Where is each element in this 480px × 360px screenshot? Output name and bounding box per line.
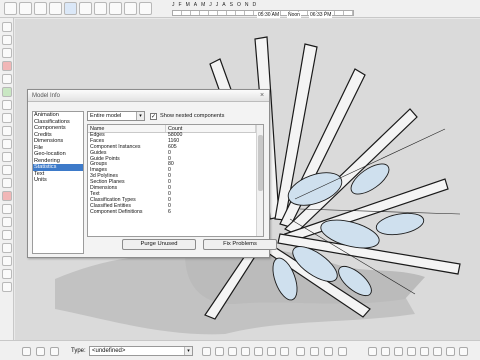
- month-label[interactable]: J: [216, 2, 219, 10]
- row-count: 6: [168, 208, 171, 215]
- app-window: J F M A M J J A S O N D 05:30 AM Noon 06…: [0, 0, 480, 360]
- scale-icon[interactable]: [1, 100, 12, 110]
- column-name-header[interactable]: Name: [88, 125, 166, 132]
- scope-value: Entire model: [90, 113, 122, 119]
- paint-bucket-icon[interactable]: [1, 139, 12, 149]
- protractor-icon[interactable]: [1, 269, 12, 279]
- fix-problems-button[interactable]: Fix Problems: [203, 239, 277, 250]
- zoom-icon[interactable]: [1, 178, 12, 188]
- month-label[interactable]: M: [186, 2, 190, 10]
- pencil-icon[interactable]: [1, 35, 12, 45]
- wireframe-icon[interactable]: [228, 347, 237, 356]
- end-time-label: 06:33 PM: [309, 12, 333, 18]
- back-view-icon[interactable]: [420, 347, 429, 356]
- shadows-icon[interactable]: [109, 2, 122, 15]
- row-name: Component Definitions: [90, 208, 143, 215]
- pan-icon[interactable]: [1, 165, 12, 175]
- sun-icon[interactable]: [139, 2, 152, 15]
- model-info-dialog: Model Info × Animation Classifications C…: [27, 89, 277, 258]
- push-pull-icon[interactable]: [1, 61, 12, 71]
- type-dropdown[interactable]: <undefined> ▾: [89, 346, 193, 356]
- redo-icon[interactable]: [49, 2, 62, 15]
- hidden-line-icon[interactable]: [241, 347, 250, 356]
- bottom-view-icon[interactable]: [446, 347, 455, 356]
- eraser-tool-icon[interactable]: [19, 2, 32, 15]
- move-icon[interactable]: [1, 74, 12, 84]
- shadow-time-slider[interactable]: 05:30 AM Noon 06:33 PM: [172, 10, 354, 18]
- month-label[interactable]: A: [222, 2, 225, 10]
- month-label[interactable]: J: [209, 2, 212, 10]
- type-value: <undefined>: [92, 348, 126, 354]
- month-label[interactable]: M: [201, 2, 205, 10]
- user-icon[interactable]: [50, 347, 59, 356]
- zoom-extents-icon[interactable]: [1, 191, 12, 201]
- rectangle-icon[interactable]: [1, 48, 12, 58]
- walk-icon[interactable]: [1, 204, 12, 214]
- month-label[interactable]: N: [245, 2, 249, 10]
- month-label[interactable]: O: [237, 2, 241, 10]
- top-view-icon[interactable]: [381, 347, 390, 356]
- select-tool-icon[interactable]: [4, 2, 17, 15]
- shaded-icon[interactable]: [254, 347, 263, 356]
- axes-icon[interactable]: [1, 282, 12, 292]
- style-icon[interactable]: [64, 2, 77, 15]
- status-bar: Type: <undefined> ▾: [0, 340, 480, 360]
- section-icon[interactable]: [324, 347, 333, 356]
- monochrome-icon[interactable]: [280, 347, 289, 356]
- month-label[interactable]: A: [194, 2, 197, 10]
- month-label[interactable]: D: [252, 2, 256, 10]
- noon-label: Noon: [287, 12, 301, 18]
- front-view-icon[interactable]: [394, 347, 403, 356]
- type-label: Type:: [71, 348, 86, 354]
- model-info-icon[interactable]: [94, 2, 107, 15]
- offset-icon[interactable]: [1, 113, 12, 123]
- column-count-header[interactable]: Count: [166, 125, 256, 132]
- green-tool-icon[interactable]: [310, 347, 319, 356]
- look-around-icon[interactable]: [1, 217, 12, 227]
- start-time-label: 05:30 AM: [257, 12, 281, 18]
- text-icon[interactable]: [1, 243, 12, 253]
- left-view-icon[interactable]: [433, 347, 442, 356]
- scope-dropdown[interactable]: Entire model ▾: [87, 111, 145, 121]
- orbit-icon[interactable]: [1, 152, 12, 162]
- left-toolbar: [0, 18, 14, 340]
- category-list: Animation Classifications Components Cre…: [32, 111, 84, 254]
- show-nested-checkbox[interactable]: ✓: [150, 113, 157, 120]
- right-view-icon[interactable]: [407, 347, 416, 356]
- section-plane-icon[interactable]: [1, 230, 12, 240]
- table-scrollbar[interactable]: [256, 125, 263, 236]
- tape-measure-icon[interactable]: [1, 126, 12, 136]
- arrow-icon[interactable]: [1, 22, 12, 32]
- geo-location-icon[interactable]: [22, 347, 31, 356]
- close-icon[interactable]: ×: [258, 92, 266, 100]
- month-label[interactable]: F: [179, 2, 182, 10]
- dialog-title: Model Info: [32, 93, 61, 99]
- shaded-textures-icon[interactable]: [267, 347, 276, 356]
- fog-icon[interactable]: [124, 2, 137, 15]
- table-row[interactable]: Component Definitions 6: [88, 208, 263, 216]
- shadow-month-strip: J F M A M J J A S O N D: [172, 2, 256, 10]
- dimension-icon[interactable]: [1, 256, 12, 266]
- month-label[interactable]: S: [230, 2, 233, 10]
- red-tool-icon[interactable]: [296, 347, 305, 356]
- rotate-icon[interactable]: [1, 87, 12, 97]
- iso-view-icon[interactable]: [368, 347, 377, 356]
- sandbox-icon[interactable]: [338, 347, 347, 356]
- credits-icon[interactable]: [36, 347, 45, 356]
- paint-icon[interactable]: [459, 347, 468, 356]
- scrollbar-thumb[interactable]: [258, 135, 263, 191]
- statistics-table: Name Count Edges 58000 Faces 1160 Component …: [87, 124, 264, 237]
- month-label[interactable]: J: [172, 2, 175, 10]
- dialog-titlebar[interactable]: Model Info: [28, 90, 269, 102]
- table-body: Edges 58000 Faces 1160 Component Instances 60…: [88, 132, 263, 216]
- x-ray-icon[interactable]: [202, 347, 211, 356]
- undo-icon[interactable]: [34, 2, 47, 15]
- category-units[interactable]: Units: [33, 177, 83, 184]
- show-nested-label: Show nested components: [160, 113, 225, 119]
- chevron-down-icon: ▾: [136, 112, 144, 120]
- chevron-down-icon: ▾: [184, 347, 192, 355]
- print-icon[interactable]: [79, 2, 92, 15]
- purge-unused-button[interactable]: Purge Unused: [122, 239, 196, 250]
- back-edges-icon[interactable]: [215, 347, 224, 356]
